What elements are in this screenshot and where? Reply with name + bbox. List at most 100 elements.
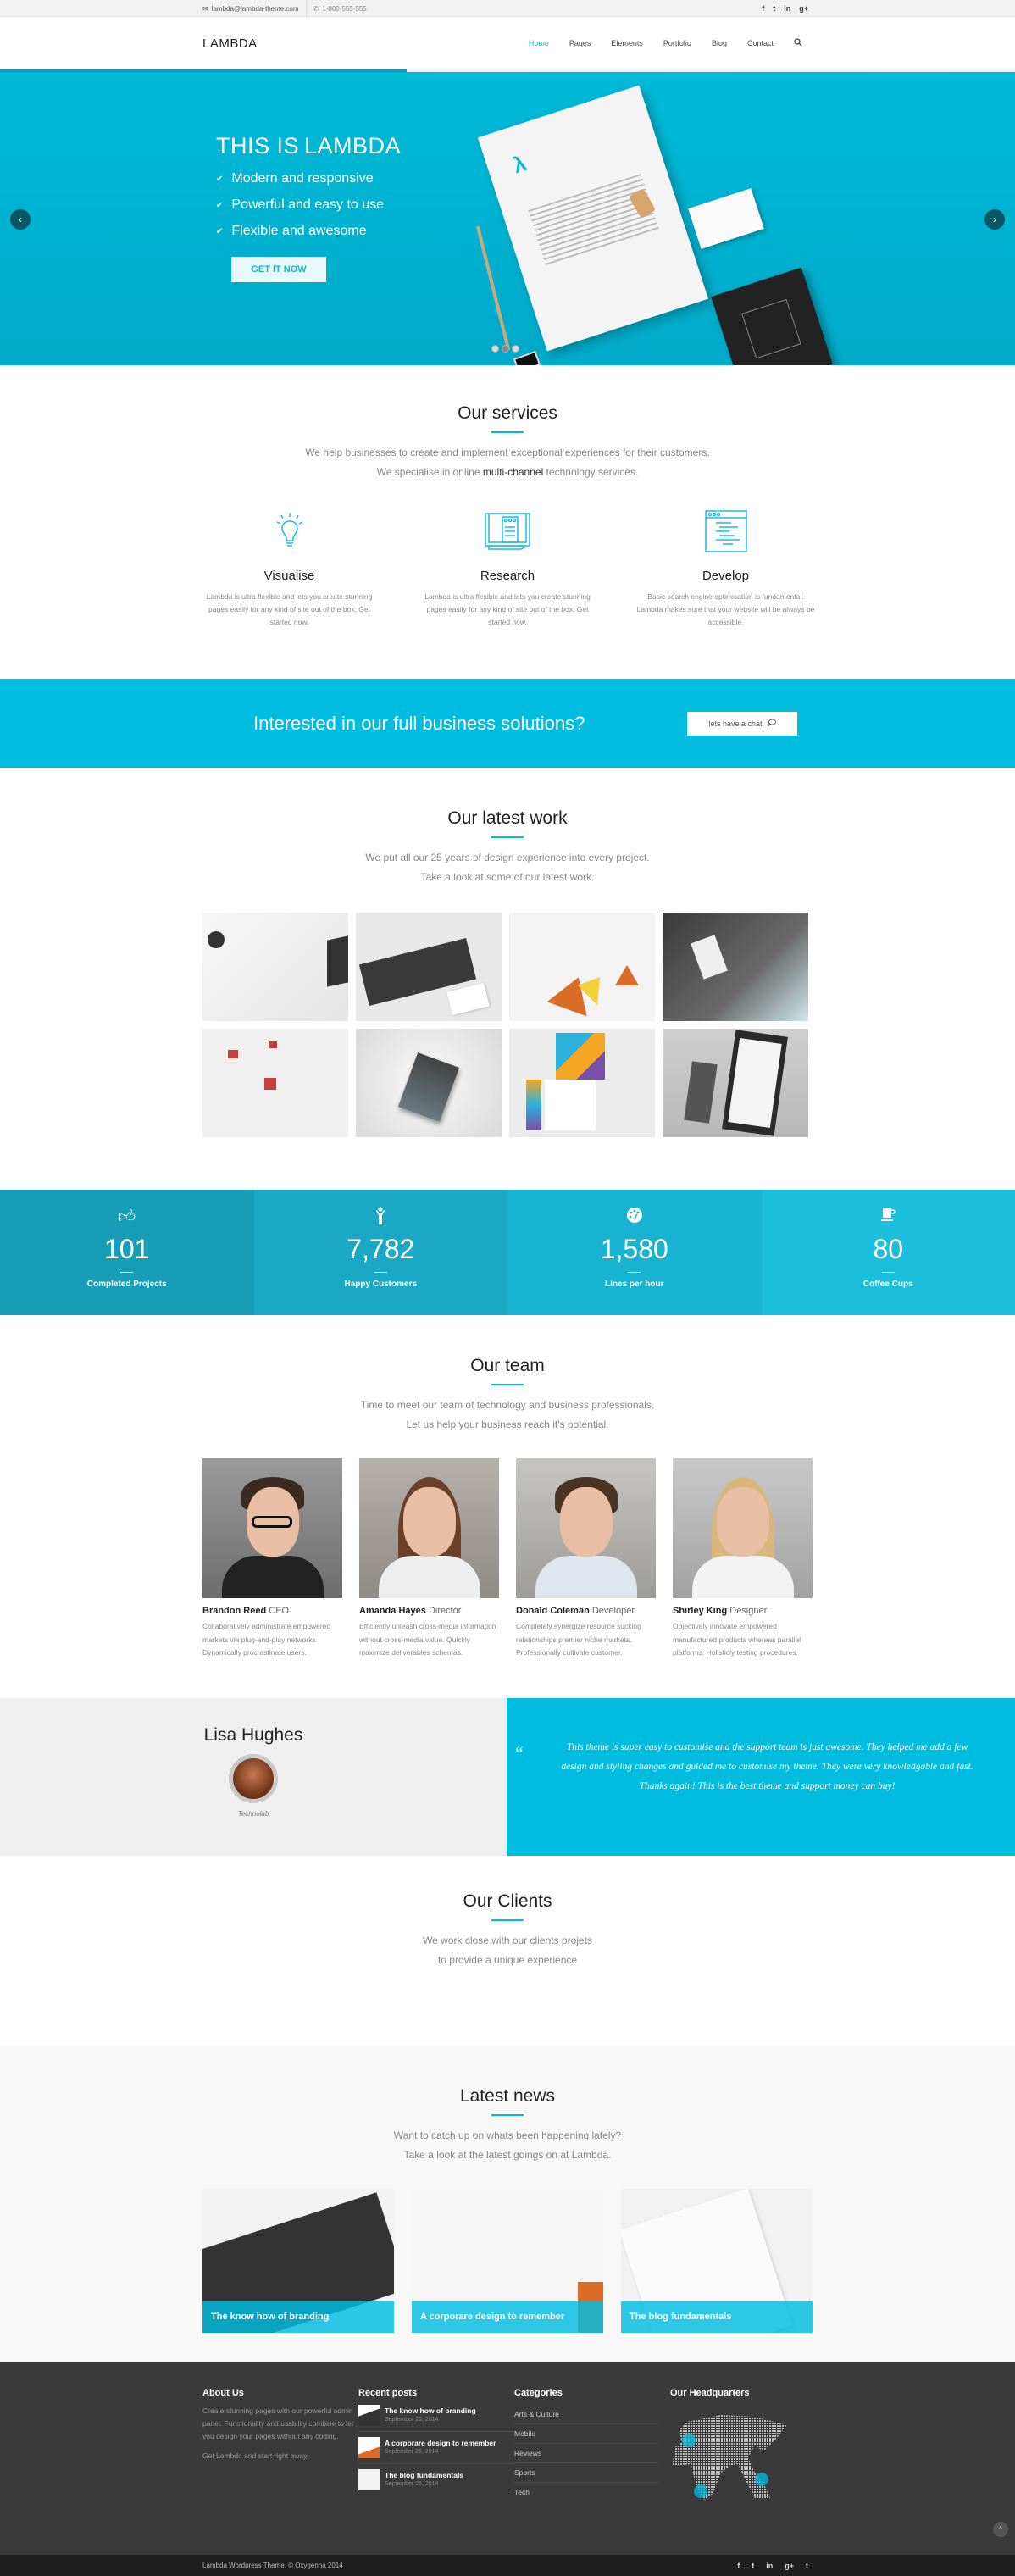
footer-heading: Recent posts — [358, 2388, 514, 2398]
news-post[interactable]: The blog fundamentals — [621, 2189, 813, 2333]
portfolio-item[interactable] — [356, 1029, 502, 1137]
pencil-image — [476, 226, 510, 351]
services-title: Our services — [0, 403, 1015, 424]
hq-marker — [755, 2473, 768, 2486]
twitter-icon[interactable]: t — [752, 2562, 754, 2570]
recent-post-title[interactable]: The know how of branding — [385, 2405, 476, 2417]
post-title[interactable]: A corporare design to remember — [412, 2301, 603, 2333]
category-link[interactable]: Arts & Culture — [514, 2405, 658, 2424]
hero-feature: ✔Powerful and easy to use — [216, 197, 401, 213]
top-bar: ✉ lambda@lambda-theme.com ✆ 1-800-555-55… — [0, 0, 1015, 17]
phone-text: 1-800-555-555 — [322, 5, 366, 13]
portfolio-item[interactable] — [663, 1029, 808, 1137]
member-photo[interactable] — [359, 1458, 499, 1598]
member-photo[interactable] — [516, 1458, 656, 1598]
email-text[interactable]: lambda@lambda-theme.com — [212, 5, 299, 13]
get-it-now-button[interactable]: GET IT NOW — [231, 257, 326, 282]
notebook-image — [711, 268, 833, 365]
stat-value: 1,580 — [508, 1234, 762, 1265]
news-post[interactable]: A corporare design to remember — [412, 2189, 603, 2333]
search-icon[interactable] — [784, 38, 813, 48]
site-header: LAMBDA Home Pages Elements Portfolio Blo… — [0, 17, 1015, 69]
google-plus-icon[interactable]: g+ — [785, 2562, 794, 2570]
nav-pages[interactable]: Pages — [559, 39, 602, 47]
hero-slider: λ THIS ISLAMBDA ✔Modern and responsive ✔… — [0, 72, 1015, 365]
portfolio-item[interactable] — [202, 913, 348, 1021]
chat-button[interactable]: lets have a chat — [687, 712, 797, 736]
back-to-top-button[interactable]: ^ — [993, 2522, 1008, 2537]
recent-post-title[interactable]: A corporare design to remember — [385, 2437, 496, 2449]
post-title[interactable]: The blog fundamentals — [621, 2301, 813, 2333]
service-text: Lambda is ultra flexible and lets you cr… — [198, 591, 380, 629]
twitter-icon[interactable]: t — [773, 4, 775, 13]
hero-feature-list: ✔Modern and responsive ✔Powerful and eas… — [216, 171, 401, 239]
linkedin-icon[interactable]: in — [784, 4, 790, 13]
member-photo[interactable] — [673, 1458, 813, 1598]
service-item: Develop Basic search engine optimisation… — [635, 508, 817, 629]
category-link[interactable]: Reviews — [514, 2444, 658, 2463]
news-post[interactable]: The know how of branding — [202, 2189, 394, 2333]
book-notes-icon — [417, 508, 599, 554]
portfolio-item[interactable] — [356, 913, 502, 1021]
news-section: Latest news Want to catch up on whats be… — [0, 2046, 1015, 2362]
services-subtitle: We help businesses to create and impleme… — [0, 443, 1015, 482]
footer-about: About Us Create stunning pages with our … — [202, 2388, 358, 2509]
service-item: Research Lambda is ultra flexible and le… — [417, 508, 599, 629]
nav-contact[interactable]: Contact — [737, 39, 784, 47]
slider-dot-3[interactable] — [512, 345, 519, 353]
portfolio-item[interactable] — [202, 1029, 348, 1137]
post-title[interactable]: The know how of branding — [202, 2301, 394, 2333]
recent-post[interactable]: The blog fundamentalsSeptember 25, 2014 — [358, 2469, 514, 2496]
team-member: Shirley King Designer Objectively innova… — [673, 1458, 813, 1660]
slider-next-button[interactable]: › — [984, 209, 1005, 230]
member-name: Donald Coleman Developer — [516, 1606, 656, 1616]
portfolio-item[interactable] — [663, 913, 808, 1021]
recent-post[interactable]: The know how of brandingSeptember 25, 20… — [358, 2405, 514, 2432]
category-link[interactable]: Sports — [514, 2463, 658, 2483]
category-link[interactable]: Mobile — [514, 2424, 658, 2444]
stat-lines-per-hour: 1,580 Lines per hour — [508, 1190, 762, 1315]
stat-label: Lines per hour — [508, 1280, 762, 1289]
stat-value: 101 — [0, 1234, 254, 1265]
facebook-icon[interactable]: f — [762, 4, 764, 13]
world-map — [670, 2405, 789, 2505]
team-list: Brandon Reed CEO Collaboratively adminis… — [202, 1458, 813, 1660]
google-plus-icon[interactable]: g+ — [799, 4, 808, 13]
hero-content: THIS ISLAMBDA ✔Modern and responsive ✔Po… — [216, 133, 401, 282]
person-icon — [254, 1207, 508, 1227]
member-name: Shirley King Designer — [673, 1606, 813, 1616]
nav-blog[interactable]: Blog — [702, 39, 737, 47]
email-contact[interactable]: ✉ lambda@lambda-theme.com — [202, 0, 307, 17]
slider-prev-button[interactable]: ‹ — [10, 209, 31, 230]
coffee-cup-icon — [762, 1207, 1015, 1227]
facebook-icon[interactable]: f — [737, 2562, 740, 2570]
title-divider — [491, 1384, 524, 1385]
linkedin-icon[interactable]: in — [766, 2562, 773, 2570]
portfolio-item[interactable] — [509, 913, 655, 1021]
recent-post-title[interactable]: The blog fundamentals — [385, 2469, 463, 2481]
stat-label: Happy Customers — [254, 1280, 508, 1289]
dashboard-icon — [508, 1207, 762, 1227]
slider-dot-1[interactable] — [491, 345, 499, 353]
member-bio: Completely synergize resource sucking re… — [516, 1620, 656, 1660]
site-logo[interactable]: LAMBDA — [202, 36, 258, 51]
tumblr-icon[interactable]: t — [806, 2562, 808, 2570]
category-link[interactable]: Tech — [514, 2483, 658, 2501]
service-item: Visualise Lambda is ultra flexible and l… — [198, 508, 380, 629]
portfolio-item[interactable] — [509, 1029, 655, 1137]
chat-bubble-icon — [768, 719, 776, 728]
title-divider — [491, 836, 524, 838]
slider-dot-2[interactable] — [502, 345, 509, 353]
main-nav: Home Pages Elements Portfolio Blog Conta… — [519, 38, 813, 48]
team-member: Donald Coleman Developer Completely syne… — [516, 1458, 656, 1660]
recent-post[interactable]: A corporare design to rememberSeptember … — [358, 2437, 514, 2464]
hero-title: THIS ISLAMBDA — [216, 133, 401, 159]
nav-portfolio[interactable]: Portfolio — [653, 39, 702, 47]
title-divider — [491, 431, 524, 433]
nav-elements[interactable]: Elements — [601, 39, 653, 47]
post-thumbnail — [358, 2437, 380, 2458]
top-social-links: f t in g+ — [762, 4, 813, 13]
nav-home[interactable]: Home — [519, 39, 559, 47]
member-photo[interactable] — [202, 1458, 342, 1598]
business-card-image — [688, 188, 764, 249]
